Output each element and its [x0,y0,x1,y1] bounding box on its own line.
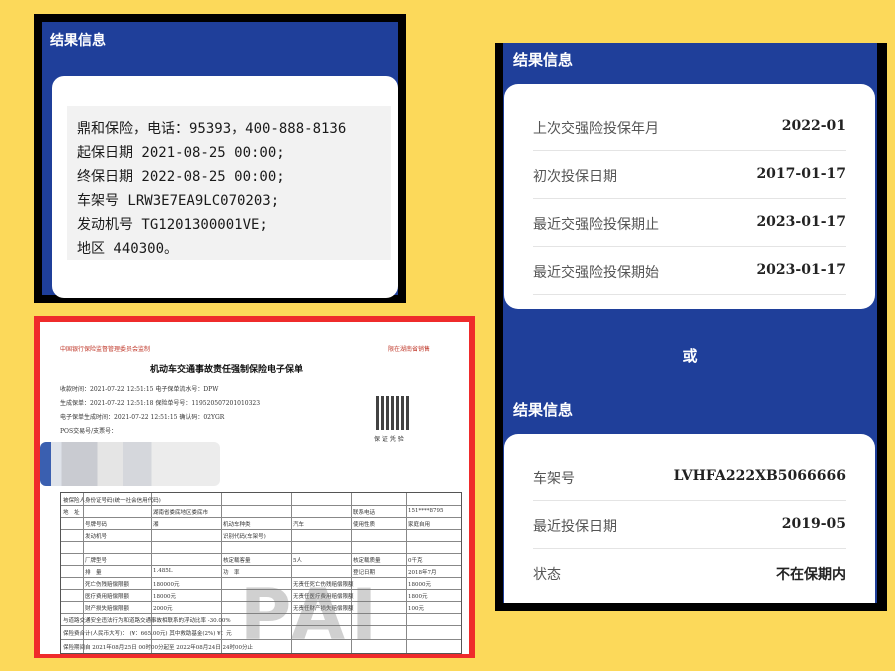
table-cell: 发动机号 [85,534,108,540]
result-row: 车架号 LVHFA222XB5066666 [533,452,846,501]
section2-panel: 车架号 LVHFA222XB5066666 最近投保日期 2019-05 状态 … [504,434,875,603]
row-label: 最近交强险投保期始 [533,265,659,281]
table-footer: 与道路交通安全违法行为和道路交通事故相联系的浮动比率 -30.00% [63,618,231,624]
result-row: 最近交强险投保期始 2023-01-17 [533,246,846,295]
table-cell: 1.485L [153,568,173,574]
row-label: 最近交强险投保期止 [533,217,659,233]
table-cell: 100元 [408,606,424,612]
table-cell: 医疗费用赔偿限额 [85,594,130,600]
engine-line: 发动机号 TG1201300001VE; [77,217,268,233]
row-label: 最近投保日期 [533,519,617,535]
table-cell: 地 址 [63,510,80,516]
table-cell: 汽车 [293,522,305,528]
table-cell: 使用性质 [353,522,376,528]
table-cell: 机动车种类 [223,522,251,528]
result-card-body: 鼎和保险，电话：95393，400-888-8136 起保日期 2021-08-… [52,76,398,298]
or-divider: 或 [682,347,698,365]
row-value: 2023-01-17 [756,262,846,278]
section1-title: 结果信息 [513,51,574,69]
meta-line: POS交易号/支票号： [60,428,118,435]
result-card-background: 结果信息 鼎和保险，电话：95393，400-888-8136 起保日期 202… [42,22,398,298]
row-label: 车架号 [533,471,575,487]
row-label: 状态 [533,567,561,583]
section2-title: 结果信息 [513,401,574,419]
row-label: 上次交强险投保年月 [533,121,659,137]
result-row: 状态 不在保期内 [533,548,846,596]
result-header: 结果信息 [50,33,106,49]
row-value: 2023-01-17 [756,214,846,230]
table-cell: 识别代码(车架号) [223,534,266,540]
regulator-label: 中国银行保险监督管理委员会监制 [60,346,151,353]
result-text-photo: 鼎和保险，电话：95393，400-888-8136 起保日期 2021-08-… [67,106,391,260]
table-cell: 核定载客量 [223,558,251,564]
table-footer: 保险期间自 2021年08月25日 00时00分起至 2022年08月24日 2… [63,645,253,651]
result-row: 最近交强险投保期止 2023-01-17 [533,198,846,247]
qr-caption: 保 证 凭 验 [374,436,404,443]
table-cell: 厂牌型号 [85,558,108,564]
row-value: 2017-01-17 [756,166,846,182]
meta-line: 电子保单生成时间：2021-07-22 12:51:15 确认码：02YGR [60,414,225,421]
redacted-overlay [40,442,220,486]
table-cell: 湖南省娄底地区娄底市 [153,510,209,516]
table-cell: 死亡伤残赔偿限额 [85,582,130,588]
row-value: 不在保期内 [776,567,846,583]
result-card-screenshot: 结果信息 鼎和保险，电话：95393，400-888-8136 起保日期 202… [34,14,406,303]
table-cell: 联系电话 [353,510,376,516]
table-cell: 18000元 [408,582,431,588]
table-cell: 5人 [293,558,302,564]
table-cell: 被保险人身份证号码(统一社会信用代码) [63,498,161,504]
start-date-line: 起保日期 2021-08-25 00:00; [77,145,285,161]
region-line: 地区 440300。 [77,241,179,257]
table-cell: 功 率 [223,570,240,576]
vin-line: 车架号 LRW3E7EA9LC070203; [77,193,280,209]
document-title: 机动车交通事故责任强制保险电子保单 [150,365,304,375]
row-value: 2022-01 [781,118,846,134]
table-cell: 核定载质量 [353,558,381,564]
table-cell: 排 量 [85,570,102,576]
table-cell: 家庭自用 [408,522,431,528]
result-row: 上次交强险投保年月 2022-01 [533,102,846,151]
table-cell: 2018年7月 [408,570,437,576]
watermark-graphic: PAI [240,574,384,654]
table-cell: 1800元 [408,594,428,600]
table-cell: 18000元 [153,594,176,600]
sale-region-label: 限在湖南省销售 [388,346,431,353]
insurer-line: 鼎和保险，电话：95393，400-888-8136 [77,121,347,137]
table-cell: 湘 [153,522,159,528]
table-cell: 2000元 [153,606,173,612]
table-footer: 保险费合计(人民币大写)： (¥：665.00元) 其中救助基金(2%) ¥：元 [63,631,232,637]
table-cell: 0千克 [408,558,423,564]
policy-document: 中国银行保险监督管理委员会监制 限在湖南省销售 机动车交通事故责任强制保险电子保… [40,322,469,654]
meta-line: 生成保单：2021-07-22 12:51:18 保险单号号：119520507… [60,400,261,407]
query-result-screenshot: 结果信息 上次交强险投保年月 2022-01 初次投保日期 2017-01-17… [495,43,887,611]
section1-panel: 上次交强险投保年月 2022-01 初次投保日期 2017-01-17 最近交强… [504,84,875,309]
table-cell: 151****8795 [408,508,444,514]
table-cell: 财产损失赔偿限额 [85,606,130,612]
row-value: LVHFA222XB5066666 [673,468,846,484]
qr-code-icon [376,396,410,430]
meta-line: 收款时间：2021-07-22 12:51:15 电子保单流水号：DPW [60,386,219,393]
row-label: 初次投保日期 [533,169,617,185]
result-row: 最近投保日期 2019-05 [533,500,846,549]
end-date-line: 终保日期 2022-08-25 00:00; [77,169,285,185]
policy-document-frame: 中国银行保险监督管理委员会监制 限在湖南省销售 机动车交通事故责任强制保险电子保… [34,316,475,658]
row-value: 2019-05 [781,516,846,532]
table-cell: 号牌号码 [85,522,108,528]
result-row: 初次投保日期 2017-01-17 [533,150,846,199]
query-result-background: 结果信息 上次交强险投保年月 2022-01 初次投保日期 2017-01-17… [503,43,877,603]
table-cell: 180000元 [153,582,180,588]
